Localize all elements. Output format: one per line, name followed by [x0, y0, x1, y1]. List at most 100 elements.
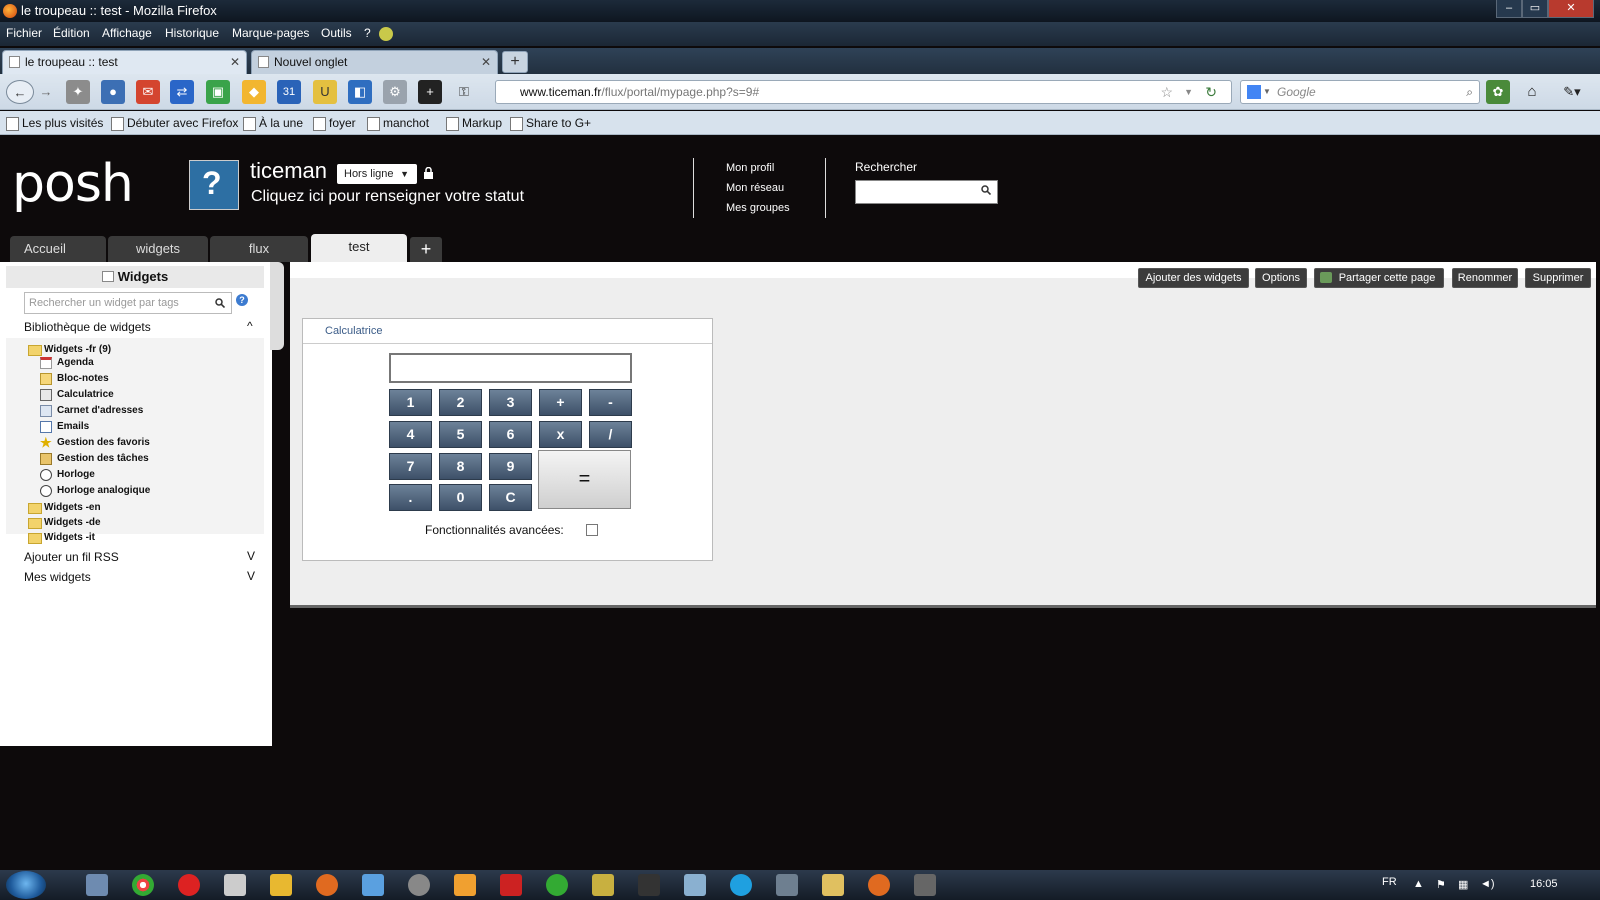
home-icon[interactable]: ⌂	[1520, 80, 1544, 104]
action-center-flag-icon[interactable]: ⚑	[1436, 878, 1446, 891]
key-clear[interactable]: C	[489, 484, 532, 511]
widget-horloge-analogique[interactable]: Horloge analogique	[40, 485, 150, 497]
key-1[interactable]: 1	[389, 389, 432, 416]
key-2[interactable]: 2	[439, 389, 482, 416]
extension-icon[interactable]: ✦	[66, 80, 90, 104]
menu-affichage[interactable]: Affichage	[102, 26, 152, 40]
chat-extension-icon[interactable]: ●	[101, 80, 125, 104]
link-mes-groupes[interactable]: Mes groupes	[726, 202, 790, 214]
browser-search-input[interactable]: ▼ Google ⌕	[1240, 80, 1480, 104]
expand-chevron-icon[interactable]: V	[247, 549, 255, 563]
mail-app-icon[interactable]	[270, 874, 292, 896]
advanced-features-checkbox[interactable]	[586, 524, 598, 536]
clock[interactable]: 16:05	[1530, 878, 1558, 890]
widget-gestion-favoris[interactable]: ★ Gestion des favoris	[40, 436, 150, 449]
tab-nouvel-onglet[interactable]: Nouvel onglet ✕	[251, 50, 498, 74]
widget-title[interactable]: Calculatrice	[303, 319, 712, 344]
link-mon-profil[interactable]: Mon profil	[726, 162, 774, 174]
download-app-icon[interactable]	[776, 874, 798, 896]
google-extension-icon[interactable]: ▣	[206, 80, 230, 104]
key-8[interactable]: 8	[439, 453, 482, 480]
options-button[interactable]: Options	[1255, 268, 1307, 288]
translate-extension-icon[interactable]: ⇄	[170, 80, 194, 104]
key-multiply[interactable]: x	[539, 421, 582, 448]
folder-widgets-de[interactable]: Widgets -de	[28, 517, 101, 529]
flash-icon[interactable]	[178, 874, 200, 896]
share-page-button[interactable]: Partager cette page	[1314, 268, 1444, 288]
show-hidden-icons-icon[interactable]: ▲	[1413, 878, 1424, 890]
bookmark-markup[interactable]: Markup	[446, 116, 502, 131]
section-ajouter-rss[interactable]: Ajouter un fil RSS	[24, 550, 119, 564]
filezilla-icon[interactable]	[500, 874, 522, 896]
paint-app-icon[interactable]	[454, 874, 476, 896]
widget-bloc-notes[interactable]: Bloc-notes	[40, 373, 109, 385]
close-tab-icon[interactable]: ✕	[230, 51, 240, 73]
key-icon[interactable]: ⚿	[452, 80, 476, 104]
skype-icon[interactable]	[730, 874, 752, 896]
tab-widgets[interactable]: widgets	[108, 236, 208, 262]
widget-agenda[interactable]: Agenda	[40, 357, 94, 369]
widget-calculatrice[interactable]: Calculatrice	[40, 389, 114, 401]
users-app-icon[interactable]	[684, 874, 706, 896]
rename-button[interactable]: Renommer	[1452, 268, 1518, 288]
add-tab-button[interactable]: +	[410, 237, 442, 262]
folder-widgets-it[interactable]: Widgets -it	[28, 532, 95, 544]
key-7[interactable]: 7	[389, 453, 432, 480]
bookmark-a-la-une[interactable]: À la une	[243, 116, 303, 131]
calendar-icon[interactable]: 31	[277, 80, 301, 104]
addon-icon[interactable]	[379, 27, 393, 41]
widget-emails[interactable]: Emails	[40, 421, 89, 433]
new-tab-button[interactable]: +	[502, 51, 528, 73]
menu-edition[interactable]: Édition	[53, 26, 90, 40]
delete-button[interactable]: Supprimer	[1525, 268, 1591, 288]
key-3[interactable]: 3	[489, 389, 532, 416]
key-4[interactable]: 4	[389, 421, 432, 448]
gmail-icon[interactable]: ✉	[136, 80, 160, 104]
key-decimal[interactable]: .	[389, 484, 432, 511]
maps-extension-icon[interactable]: ◆	[242, 80, 266, 104]
bookmark-foyer[interactable]: foyer	[313, 116, 356, 131]
add-extension-icon[interactable]: +	[418, 80, 442, 104]
expand-chevron-icon[interactable]: V	[247, 569, 255, 583]
collapse-chevron-icon[interactable]: ^	[247, 319, 253, 333]
calculator-app-icon[interactable]	[224, 874, 246, 896]
tools-menu-icon[interactable]: ✎▾	[1555, 80, 1589, 104]
notes-extension-icon[interactable]: U	[313, 80, 337, 104]
add-widgets-button[interactable]: Ajouter des widgets	[1138, 268, 1249, 288]
reload-icon[interactable]: ↻	[1205, 81, 1217, 103]
volume-icon[interactable]: ◄)	[1480, 878, 1495, 890]
search-icon[interactable]	[981, 185, 991, 195]
widget-horloge[interactable]: Horloge	[40, 469, 95, 481]
folder-widgets-en[interactable]: Widgets -en	[28, 502, 101, 514]
widget-search-input[interactable]: Rechercher un widget par tags	[24, 292, 232, 314]
tab-accueil[interactable]: Accueil	[10, 236, 106, 262]
menu-fichier[interactable]: Fichier	[6, 26, 42, 40]
menu-help[interactable]: ?	[364, 26, 371, 40]
language-indicator[interactable]: FR	[1382, 876, 1397, 888]
help-icon[interactable]: ?	[236, 294, 248, 306]
key-9[interactable]: 9	[489, 453, 532, 480]
network-app-icon[interactable]	[546, 874, 568, 896]
portal-search-input[interactable]	[855, 180, 998, 204]
key-plus[interactable]: +	[539, 389, 582, 416]
search-icon[interactable]	[215, 298, 225, 308]
bookmark-manchot[interactable]: manchot	[367, 116, 429, 131]
search-engine-dropdown-icon[interactable]: ▼	[1263, 81, 1271, 103]
widget-carnet-adresses[interactable]: Carnet d'adresses	[40, 405, 143, 417]
posh-logo[interactable]: posh	[12, 154, 134, 214]
explorer-icon[interactable]	[822, 874, 844, 896]
start-button[interactable]	[6, 871, 46, 899]
key-0[interactable]: 0	[439, 484, 482, 511]
menu-outils[interactable]: Outils	[321, 26, 352, 40]
key-equals[interactable]: =	[538, 450, 631, 509]
folder-widgets-fr[interactable]: Widgets -fr (9)	[28, 344, 111, 356]
firefox-running-icon[interactable]	[868, 874, 890, 896]
tab-flux[interactable]: flux	[210, 236, 308, 262]
network-icon[interactable]: ▦	[1458, 878, 1468, 891]
calculator-display[interactable]	[389, 353, 632, 383]
forward-arrow-icon[interactable]: →	[34, 80, 58, 104]
tab-test[interactable]: test	[311, 234, 407, 262]
link-mon-reseau[interactable]: Mon réseau	[726, 182, 784, 194]
game-app-icon[interactable]	[914, 874, 936, 896]
close-window-button[interactable]: ✕	[1548, 0, 1594, 18]
